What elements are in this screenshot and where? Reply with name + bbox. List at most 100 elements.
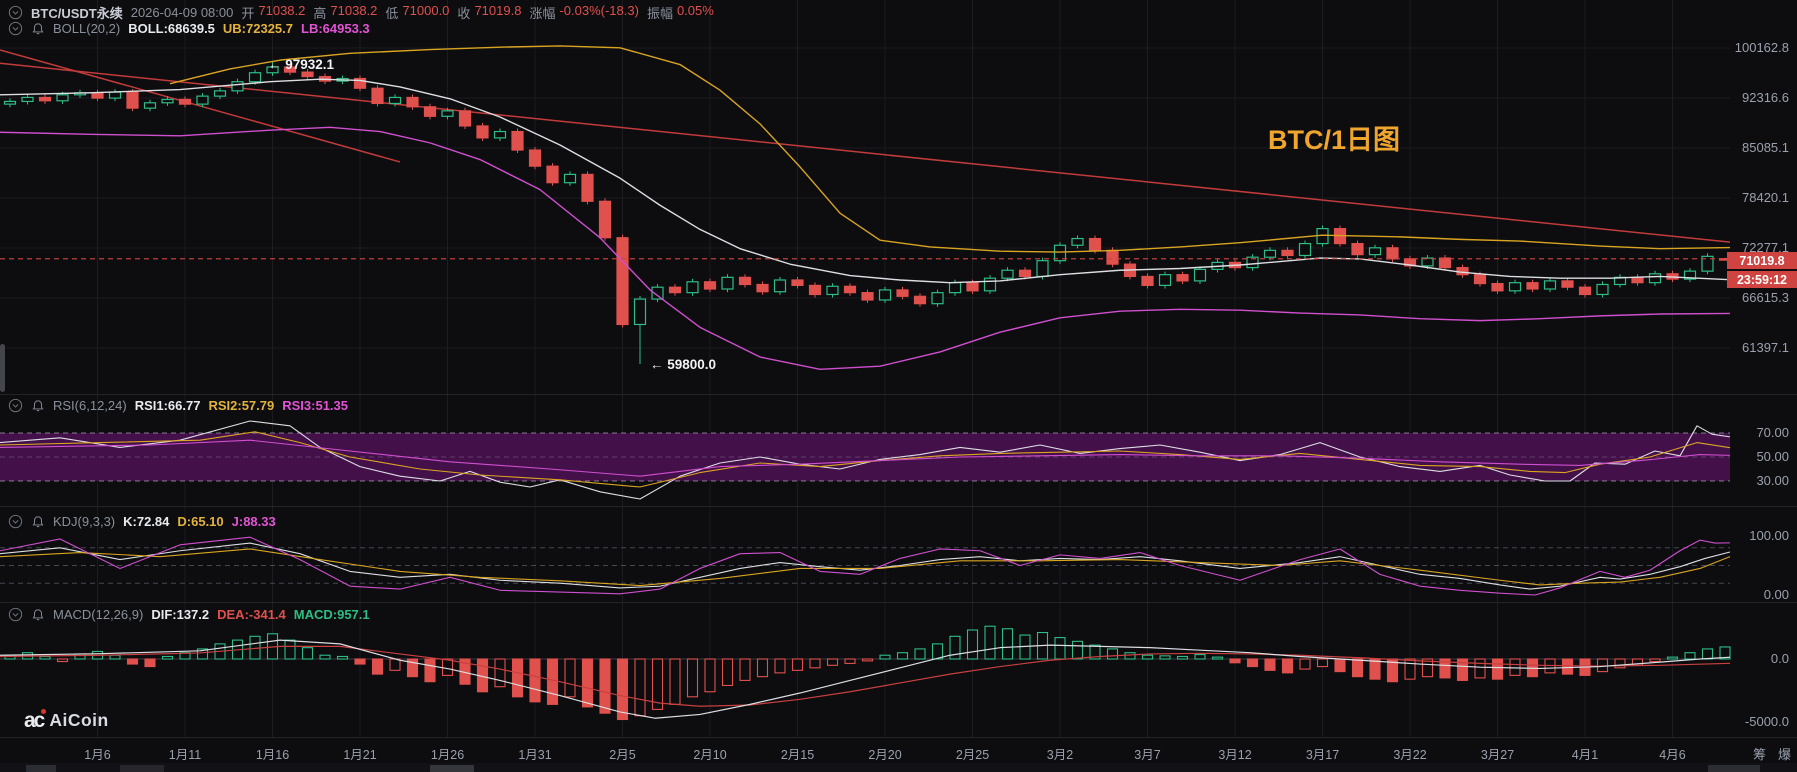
macd-bar [1491,658,1504,680]
indicator-value: BOLL:68639.5 [128,21,215,36]
macd-axis-label: -5000.0 [1744,714,1789,729]
macd-bar [564,658,576,698]
bottom-bar-segment [430,765,474,772]
pane-collapse-icon[interactable] [8,514,23,529]
field-value: 71000.0 [402,3,450,18]
bottom-bar [0,763,1797,772]
x-axis-date: 4月1 [1571,748,1599,762]
macd-bar [704,658,716,693]
macd-bar [1561,658,1574,675]
pane-collapse-icon[interactable] [8,21,23,36]
macd-bar [861,658,874,662]
countdown-badge: 23:59:12 [1727,271,1797,288]
pane-separator [0,602,1797,603]
macd-bar [1054,637,1066,660]
macd-bar [1071,640,1084,660]
macd-bar [616,658,629,721]
macd-bar [424,658,436,683]
x-axis-date: 2月10 [693,748,727,762]
alarm-bell-icon[interactable] [31,22,45,36]
macd-bar [74,653,86,660]
chart-line [169,45,1731,253]
pane-separator [0,394,1797,395]
macd-bar [161,655,174,660]
price-axis-label: 92316.6 [1742,90,1789,105]
macd-bar [1614,658,1626,669]
price-axis-label: 66615.3 [1742,289,1789,305]
macd-bar [511,658,524,698]
macd-bar [319,654,331,660]
macd-bar [914,648,926,660]
macd-bar [791,658,804,671]
macd-bar [1246,658,1259,668]
liquidation-tool-button[interactable]: 爆 [1778,744,1791,763]
macd-bar [984,625,996,660]
x-axis-date: 3月17 [1305,748,1340,762]
price-axis-label: 61397.1 [1742,339,1789,355]
chart-line [0,49,401,163]
rsi-axis-label: 70.00 [1756,425,1789,440]
field-label: 收 [457,6,471,21]
macd-bar [844,658,856,664]
pane-separator [0,506,1797,507]
macd-bar [1404,658,1416,680]
macd-bar [1701,648,1714,660]
kdj-axis-label: 100.00 [1749,528,1789,543]
macd-bar [284,639,296,660]
field-label: 低 [385,6,399,21]
macd-header-row: MACD(12,26,9) DIF:137.2 DEA:-341.4 MACD:… [8,607,370,622]
macd-bar [1124,652,1136,660]
x-axis-date: 1月21 [343,748,377,762]
macd-bar [1141,654,1154,660]
alarm-bell-icon[interactable] [31,608,45,622]
x-axis-date: 2月15 [780,748,815,762]
chart-line [0,536,1731,596]
rsi-axis-label: 30.00 [1756,473,1789,488]
macd-bar [879,654,891,660]
x-axis-date: 2月5 [609,748,636,762]
macd-bar [301,647,314,660]
indicator-value: J:88.33 [231,514,276,529]
alarm-bell-icon[interactable] [31,399,45,413]
macd-bar [109,654,121,660]
x-axis-date: 3月7 [1134,748,1161,762]
x-axis-date: 2月25 [955,748,990,762]
macd-bar [1474,658,1486,679]
field-label: 高 [313,6,327,21]
macd-bar [1316,658,1329,668]
macd-bar [1281,658,1294,674]
rsi-header-row: RSI(6,12,24) RSI1:66.77 RSI2:57.79 RSI3:… [8,398,348,413]
indicator-value: RSI2:57.79 [208,398,275,413]
pane-separator [0,737,1797,738]
macd-bar [546,658,559,705]
aicoin-logo-mark: ac [24,709,47,731]
pane-collapse-icon[interactable] [8,398,23,413]
alarm-bell-icon[interactable] [31,515,45,529]
field-value: 71038.2 [258,3,306,18]
trading-chart-app: BTC/USDT永续 2026-04-09 08:00 开 71038.2 高 71… [0,0,1797,772]
indicator-value: UB:72325.7 [222,21,294,36]
indicator-name: RSI(6,12,24) [53,398,127,413]
x-axis-date: 3月12 [1218,748,1252,762]
indicator-name: BOLL(20,2) [53,21,121,36]
pane-collapse-icon[interactable] [8,607,23,622]
macd-bar [931,643,944,660]
field-value: 71038.2 [330,3,378,18]
pane-collapse-icon[interactable] [8,5,23,20]
swing-high-annotation: ← 97932.1 [268,57,335,72]
macd-bar [354,658,366,665]
price-axis-label: 85085.1 [1742,139,1789,155]
macd-bar [1649,658,1661,663]
macd-bar [336,655,349,660]
aicoin-logo-text: AiCoin [49,710,109,730]
macd-bar [1229,658,1241,664]
indicator-value: K:72.84 [123,514,170,529]
chip-tool-button[interactable]: 筹 [1753,744,1766,763]
macd-bar [739,658,751,681]
chart-canvas[interactable] [0,0,1797,772]
kdj-header-row: KDJ(9,3,3) K:72.84 D:65.10 J:88.33 [8,514,276,529]
chart-watermark: BTC/1日图 [1268,125,1401,155]
macd-bar [1194,654,1206,660]
field-label: 开 [241,6,255,21]
scroll-handle[interactable] [0,344,5,392]
